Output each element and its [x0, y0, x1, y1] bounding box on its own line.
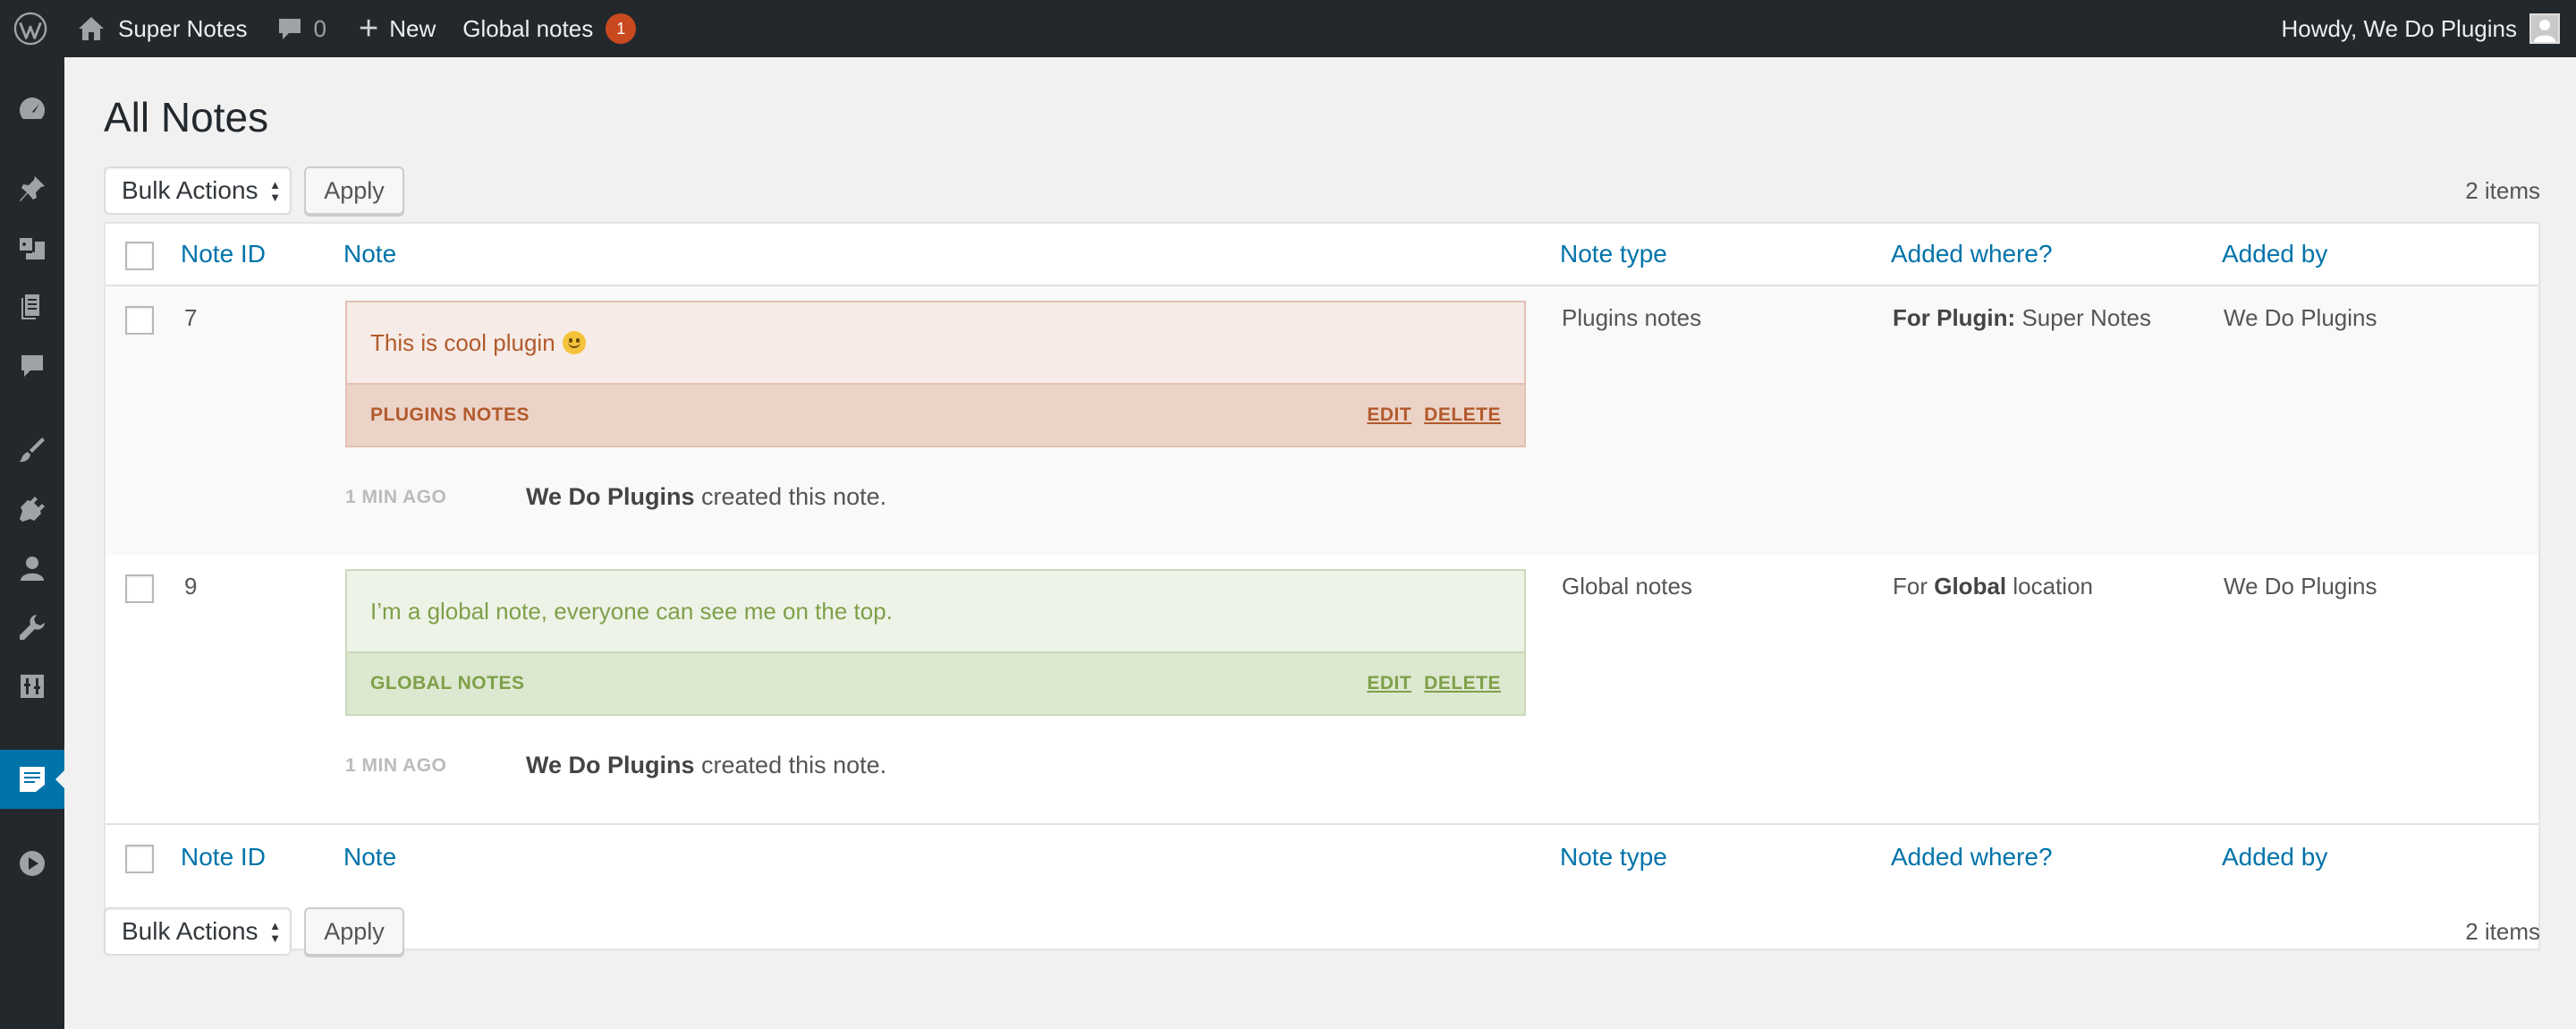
comments-count: 0 — [313, 14, 326, 42]
select-all-checkbox-bottom[interactable] — [125, 845, 154, 873]
column-added-where-footer[interactable]: Added where? — [1891, 843, 2053, 872]
page-title: All Notes — [104, 94, 269, 140]
edit-link[interactable]: EDIT — [1367, 673, 1411, 694]
note-text: This is cool plugin — [370, 328, 555, 356]
tools-icon[interactable] — [0, 601, 64, 653]
pages-icon[interactable] — [0, 281, 64, 333]
added-where: For Plugin: Super Notes — [1893, 304, 2151, 332]
select-arrows-icon: ▲ ▼ — [269, 178, 281, 204]
current-menu-arrow — [55, 770, 65, 789]
home-icon — [79, 17, 104, 40]
note-type: Plugins notes — [1562, 304, 1702, 331]
table-footer: Note ID Note Note type Added where? Adde… — [106, 823, 2538, 889]
comments-icon[interactable] — [0, 340, 64, 392]
new-content-link[interactable]: + New — [359, 0, 436, 57]
added-where-prefix: For — [1893, 573, 1928, 600]
media-icon[interactable] — [0, 222, 64, 274]
admin-sidebar — [0, 57, 65, 1029]
delete-link[interactable]: DELETE — [1424, 404, 1501, 426]
added-where-prefix: For Plugin: — [1893, 304, 2016, 331]
settings-icon[interactable] — [0, 660, 64, 712]
bulk-actions-select[interactable]: Bulk Actions ▲ ▼ — [104, 166, 292, 215]
items-count: 2 items — [2465, 176, 2540, 204]
column-added-where[interactable]: Added where? — [1891, 240, 2053, 268]
bulk-actions-value: Bulk Actions — [122, 176, 258, 204]
note-card: I’m a global note, everyone can see me o… — [345, 569, 1526, 716]
apply-button[interactable]: Apply — [304, 166, 404, 215]
comment-bubble-icon — [278, 19, 301, 39]
column-note-id-footer[interactable]: Note ID — [181, 843, 266, 872]
plus-icon: + — [359, 10, 379, 47]
note-time: 1 MIN AGO — [345, 487, 447, 507]
users-icon[interactable] — [0, 542, 64, 594]
column-note-footer[interactable]: Note — [343, 843, 396, 872]
wordpress-logo-icon[interactable] — [0, 0, 61, 57]
note-id: 9 — [184, 573, 198, 600]
note-footer: PLUGINS NOTES EDIT DELETE — [347, 383, 1524, 446]
site-name-link[interactable]: Super Notes — [77, 0, 248, 57]
column-note-type-footer[interactable]: Note type — [1560, 843, 1667, 872]
note-body: I’m a global note, everyone can see me o… — [347, 571, 1524, 651]
column-note-type[interactable]: Note type — [1560, 240, 1667, 268]
new-label: New — [389, 14, 436, 42]
table-row: 9 I’m a global note, everyone can see me… — [106, 555, 2538, 823]
tablenav-top: Bulk Actions ▲ ▼ Apply 2 items — [104, 166, 2540, 215]
howdy-text: Howdy, We Do Plugins — [2281, 14, 2517, 42]
note-footer: GLOBAL NOTES EDIT DELETE — [347, 651, 1524, 714]
pin-icon[interactable] — [0, 163, 64, 215]
apply-button-bottom[interactable]: Apply — [304, 907, 404, 956]
column-note[interactable]: Note — [343, 240, 396, 268]
appearance-icon[interactable] — [0, 424, 64, 476]
edit-link[interactable]: EDIT — [1367, 404, 1411, 426]
added-where-value: Global — [1934, 573, 2007, 600]
notes-icon[interactable] — [0, 750, 65, 809]
note-body: This is cool plugin — [347, 302, 1524, 383]
row-checkbox[interactable] — [125, 574, 154, 603]
comments-link[interactable]: 0 — [276, 0, 326, 57]
column-added-by-footer[interactable]: Added by — [2222, 843, 2327, 872]
play-icon[interactable] — [0, 838, 64, 889]
delete-link[interactable]: DELETE — [1424, 673, 1501, 694]
added-by: We Do Plugins — [2224, 573, 2377, 600]
account-menu[interactable]: Howdy, We Do Plugins — [2282, 0, 2560, 57]
smiley-icon — [562, 331, 586, 354]
table-header: Note ID Note Note type Added where? Adde… — [106, 224, 2538, 286]
notes-table: Note ID Note Note type Added where? Adde… — [104, 222, 2540, 950]
note-meta: We Do Plugins created this note. — [526, 483, 886, 511]
note-meta-suffix: created this note. — [701, 752, 887, 778]
items-count: 2 items — [2465, 917, 2540, 945]
note-text: I’m a global note, everyone can see me o… — [370, 597, 893, 625]
note-type-label: GLOBAL NOTES — [370, 673, 525, 693]
row-checkbox[interactable] — [125, 306, 154, 335]
note-type: Global notes — [1562, 573, 1692, 600]
table-row: 7 This is cool plugin PLUGINS NOTES EDIT… — [106, 286, 2538, 555]
global-notes-link[interactable]: Global notes 1 — [462, 0, 637, 57]
note-meta-author: We Do Plugins — [526, 752, 695, 778]
avatar — [2529, 13, 2560, 44]
site-name: Super Notes — [118, 14, 248, 42]
column-added-by[interactable]: Added by — [2222, 240, 2327, 268]
note-type-label: PLUGINS NOTES — [370, 404, 530, 425]
note-card: This is cool plugin PLUGINS NOTES EDIT D… — [345, 301, 1526, 447]
added-by: We Do Plugins — [2224, 304, 2377, 331]
added-where-value: Super Notes — [2021, 304, 2151, 331]
bulk-actions-value: Bulk Actions — [122, 917, 258, 945]
note-meta: We Do Plugins created this note. — [526, 752, 886, 779]
plugins-icon[interactable] — [0, 483, 64, 535]
note-meta-author: We Do Plugins — [526, 483, 695, 510]
global-notes-label: Global notes — [462, 14, 594, 42]
select-arrows-icon: ▲ ▼ — [269, 919, 281, 945]
select-all-checkbox[interactable] — [125, 242, 154, 270]
global-notes-badge: 1 — [606, 13, 637, 44]
note-time: 1 MIN AGO — [345, 755, 447, 776]
note-meta-suffix: created this note. — [701, 483, 887, 510]
tablenav-bottom: Bulk Actions ▲ ▼ Apply 2 items — [104, 907, 2540, 956]
added-where-suffix: location — [2012, 573, 2093, 600]
admin-bar: Super Notes 0 + New Global notes 1 Howdy… — [0, 0, 2576, 57]
dashboard-icon[interactable] — [0, 82, 64, 134]
bulk-actions-select-bottom[interactable]: Bulk Actions ▲ ▼ — [104, 907, 292, 956]
added-where: For Global location — [1893, 573, 2093, 600]
column-note-id[interactable]: Note ID — [181, 240, 266, 268]
note-id: 7 — [184, 304, 198, 331]
